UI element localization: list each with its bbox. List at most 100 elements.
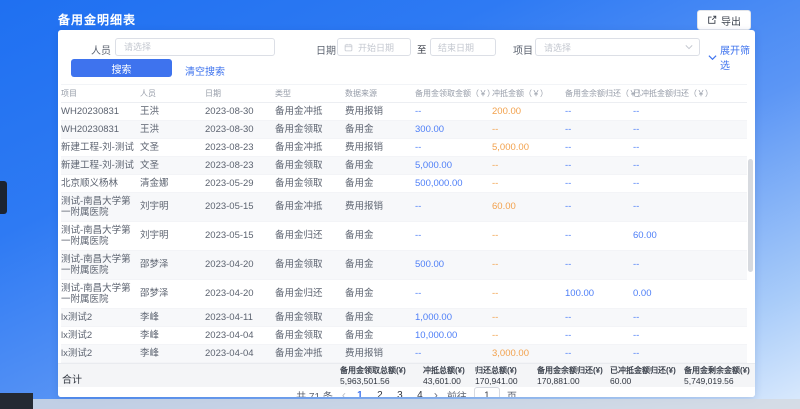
date-start-field[interactable]: 开始日期	[337, 38, 411, 56]
desktop-background: 备用金明细表 导出 人员 日期	[0, 0, 800, 409]
cell-type: 备用金领取	[275, 157, 345, 175]
search-button[interactable]: 搜索	[71, 59, 172, 77]
cell-date: 2023-04-04	[205, 327, 275, 345]
cell-received: --	[415, 193, 492, 222]
cell-offset_return: --	[633, 157, 747, 175]
cell-person: 李峰	[140, 309, 205, 327]
cell-balance_return: --	[565, 121, 633, 139]
summary-item-name: 备用金剩余金额(¥)	[684, 366, 750, 376]
column-header: 备用金余额归还（￥）	[565, 85, 633, 103]
summary-item-value: 170,941.00	[475, 376, 518, 386]
page-button[interactable]: 2	[375, 390, 385, 398]
cell-date: 2023-04-04	[205, 345, 275, 363]
cell-type: 备用金领取	[275, 327, 345, 345]
table-row: 测试-南昌大学第一附属医院邵梦泽2023-04-20备用金归还备用金----10…	[61, 280, 747, 309]
project-placeholder: 请选择	[544, 41, 571, 54]
date-start-placeholder: 开始日期	[358, 41, 394, 54]
prev-page-button[interactable]: ‹	[340, 388, 348, 397]
cell-balance_return: --	[565, 309, 633, 327]
cell-project: lx测试2	[61, 345, 140, 363]
table-row: 测试-南昌大学第一附属医院刘宇明2023-05-15备用金归还备用金------…	[61, 222, 747, 251]
date-end-field[interactable]: 结束日期	[430, 38, 496, 56]
cell-project: lx测试2	[61, 327, 140, 345]
summary-item-name: 冲抵总额(¥)	[423, 366, 465, 376]
column-header: 人员	[140, 85, 205, 103]
table-row: lx测试2李峰2023-04-11备用金领取备用金1,000.00------	[61, 309, 747, 327]
cell-type: 备用金归还	[275, 222, 345, 251]
cell-offset: --	[492, 121, 565, 139]
cell-balance_return: --	[565, 327, 633, 345]
cell-received: --	[415, 139, 492, 157]
cell-date: 2023-05-15	[205, 193, 275, 222]
cell-balance_return: --	[565, 157, 633, 175]
table-row: 新建工程-刘-测试文圣2023-08-23备用金冲抵费用报销--5,000.00…	[61, 139, 747, 157]
cell-source: 备用金	[345, 157, 415, 175]
person-select-field[interactable]	[115, 38, 275, 56]
cell-offset_return: --	[633, 251, 747, 280]
date-to-separator: 至	[417, 42, 427, 56]
vertical-scrollbar[interactable]	[748, 159, 753, 272]
page-button[interactable]: 3	[395, 390, 405, 398]
table-row: lx测试2李峰2023-04-04备用金领取备用金10,000.00------	[61, 327, 747, 345]
next-page-button[interactable]: ›	[432, 388, 440, 397]
cell-balance_return: --	[565, 175, 633, 193]
export-button[interactable]: 导出	[697, 10, 751, 30]
cell-date: 2023-04-20	[205, 251, 275, 280]
cell-offset_return: --	[633, 139, 747, 157]
cell-received: 5,000.00	[415, 157, 492, 175]
goto-page-input[interactable]	[474, 387, 500, 397]
cell-received: 500,000.00	[415, 175, 492, 193]
cell-balance_return: --	[565, 103, 633, 121]
taskbar-corner	[0, 393, 33, 409]
cell-project: 测试-南昌大学第一附属医院	[61, 222, 140, 251]
cell-offset_return: --	[633, 309, 747, 327]
content-card: 人员 日期 开始日期 至 结束日期 项目	[58, 30, 755, 397]
summary-item-name: 备用金余额归还(¥)	[537, 366, 603, 376]
cell-type: 备用金冲抵	[275, 193, 345, 222]
cell-project: 测试-南昌大学第一附属医院	[61, 193, 140, 222]
table-row: 北京顺义杨林清金娜2023-05-29备用金领取备用金500,000.00---…	[61, 175, 747, 193]
summary-item-value: 170,881.00	[537, 376, 603, 386]
filter-bar: 人员 日期 开始日期 至 结束日期 项目	[58, 30, 755, 84]
summary-item: 冲抵总额(¥)43,601.00	[423, 366, 465, 386]
page-button[interactable]: 4	[415, 390, 425, 398]
summary-item-name: 备用金领取总额(¥)	[340, 366, 406, 376]
summary-item-value: 60.00	[610, 376, 676, 386]
cell-offset_return: --	[633, 121, 747, 139]
cell-offset_return: --	[633, 103, 747, 121]
clear-search-link[interactable]: 清空搜索	[185, 63, 225, 78]
page-button[interactable]: 1	[355, 390, 365, 398]
cell-person: 王洪	[140, 103, 205, 121]
cell-source: 备用金	[345, 309, 415, 327]
cell-balance_return: --	[565, 345, 633, 363]
cell-offset: 3,000.00	[492, 345, 565, 363]
cell-date: 2023-08-30	[205, 121, 275, 139]
person-input[interactable]	[116, 39, 274, 55]
cell-offset_return: 60.00	[633, 222, 747, 251]
cell-date: 2023-05-29	[205, 175, 275, 193]
date-label: 日期	[316, 42, 336, 57]
side-drawer-handle[interactable]	[0, 181, 7, 214]
cell-type: 备用金冲抵	[275, 345, 345, 363]
cell-offset: 5,000.00	[492, 139, 565, 157]
summary-item-value: 5,749,019.56	[684, 376, 750, 386]
cell-project: 测试-南昌大学第一附属医院	[61, 251, 140, 280]
cell-source: 费用报销	[345, 139, 415, 157]
cell-received: --	[415, 280, 492, 309]
page-title: 备用金明细表	[58, 11, 136, 28]
cell-offset_return: --	[633, 345, 747, 363]
cell-project: WH20230831	[61, 121, 140, 139]
project-select[interactable]: 请选择	[535, 38, 700, 56]
cell-date: 2023-08-23	[205, 157, 275, 175]
summary-item-value: 5,963,501.56	[340, 376, 406, 386]
cell-received: --	[415, 222, 492, 251]
cell-source: 费用报销	[345, 193, 415, 222]
cell-project: WH20230831	[61, 103, 140, 121]
column-header: 已冲抵金额归还（￥）	[633, 85, 747, 103]
export-label: 导出	[721, 13, 741, 28]
cell-offset_return: --	[633, 175, 747, 193]
expand-filters-link[interactable]: 展开筛选	[708, 42, 755, 72]
cell-person: 邵梦泽	[140, 251, 205, 280]
cell-person: 文圣	[140, 157, 205, 175]
cell-offset: --	[492, 157, 565, 175]
